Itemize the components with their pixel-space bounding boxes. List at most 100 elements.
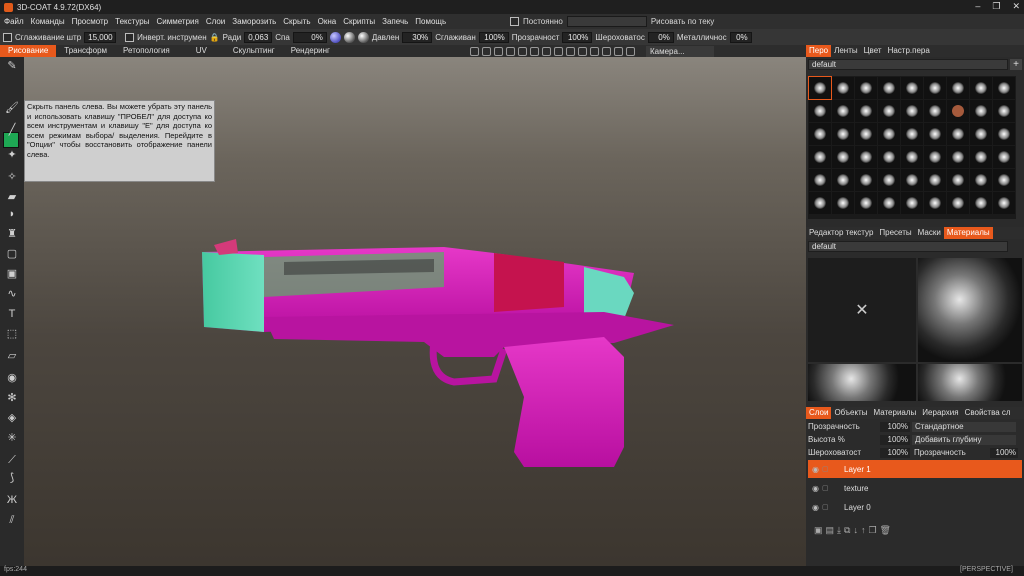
brush-item[interactable] — [924, 123, 946, 145]
menu-bake[interactable]: Запечь — [382, 17, 408, 26]
lock-icon[interactable]: ▢ — [822, 484, 832, 492]
layer-height-input[interactable]: 100% — [880, 434, 910, 445]
minimize-button[interactable]: – — [975, 1, 980, 12]
brush-item[interactable] — [878, 169, 900, 191]
brush-item[interactable] — [832, 100, 854, 122]
brush-item[interactable] — [855, 100, 877, 122]
tab-texture-editor[interactable]: Редактор текстур — [806, 227, 876, 239]
menu-view[interactable]: Просмотр — [72, 17, 109, 26]
brush-item[interactable] — [947, 77, 969, 99]
metal-input[interactable]: 0% — [729, 31, 752, 43]
view-icon[interactable] — [494, 46, 503, 56]
brush-item[interactable] — [855, 123, 877, 145]
eye-icon[interactable]: ◉ — [5, 371, 19, 385]
tab-pen[interactable]: Перо — [806, 45, 832, 57]
height-mode-dropdown[interactable]: Добавить глубину — [912, 434, 1016, 445]
view-icon[interactable] — [530, 46, 539, 56]
brush-item[interactable] — [924, 100, 946, 122]
rough-input[interactable]: 0% — [647, 31, 674, 43]
tab-color[interactable]: Цвет — [861, 45, 885, 57]
tab-objects[interactable]: Объекты — [831, 407, 870, 419]
eraser-icon[interactable]: ▱ — [5, 349, 19, 363]
brush-item[interactable] — [993, 100, 1015, 122]
opacity-input[interactable]: 100% — [562, 31, 593, 43]
pen-icon[interactable]: ✎ — [5, 59, 19, 73]
dropper-icon[interactable]: ⟆ — [5, 471, 19, 485]
shoe-icon[interactable]: ▰ — [5, 190, 19, 204]
wand-icon[interactable]: ✳ — [5, 431, 19, 445]
butterfly-icon[interactable]: Ж — [5, 493, 19, 507]
brush-item[interactable] — [993, 192, 1015, 214]
brush-item[interactable] — [970, 123, 992, 145]
view-icon[interactable] — [470, 46, 479, 56]
stamp-icon[interactable]: ♜ — [5, 227, 19, 241]
brush-item[interactable] — [901, 77, 923, 99]
constant-checkbox[interactable] — [510, 17, 519, 26]
stroke-icon[interactable]: ╱ — [5, 123, 19, 137]
layer-row[interactable]: ◉ ▢ Layer 0 — [808, 498, 1022, 516]
text-icon[interactable]: T — [5, 307, 19, 321]
brush-item[interactable] — [970, 169, 992, 191]
eye-icon[interactable]: ◉ — [812, 465, 822, 474]
brush-item[interactable] — [901, 123, 923, 145]
brush-item[interactable] — [855, 169, 877, 191]
lock-icon[interactable]: ▢ — [822, 465, 832, 473]
layer-row[interactable]: ◉ ▢ Layer 1 — [808, 460, 1022, 478]
brush-item[interactable] — [809, 146, 831, 168]
brush-item[interactable] — [947, 100, 969, 122]
tab-pen-settings[interactable]: Настр.пера — [885, 45, 933, 57]
pressure-input[interactable]: 30% — [402, 31, 433, 43]
tab-materials-list[interactable]: Материалы — [870, 407, 919, 419]
menu-layers[interactable]: Слои — [206, 17, 225, 26]
layer-row[interactable]: ◉ ▢ texture — [808, 479, 1022, 497]
folder-icon[interactable]: ▤ — [826, 525, 835, 536]
view-icon[interactable] — [578, 46, 587, 56]
new-layer-icon[interactable]: ▣ — [814, 525, 823, 536]
line-icon[interactable]: ⟋ — [5, 453, 19, 467]
material-item[interactable] — [918, 364, 1022, 401]
view-icon[interactable] — [542, 46, 551, 56]
brush-item[interactable] — [809, 192, 831, 214]
menu-help[interactable]: Помощь — [415, 17, 446, 26]
brush-item[interactable] — [832, 146, 854, 168]
brush-icon[interactable]: 🖌 — [5, 101, 19, 115]
brush-item[interactable] — [855, 192, 877, 214]
view-icon[interactable] — [626, 46, 635, 56]
radius-input[interactable]: 0,063 — [244, 31, 273, 43]
move-down-icon[interactable]: ↓ — [853, 525, 858, 536]
view-icon[interactable] — [602, 46, 611, 56]
brush-sphere-icon[interactable] — [343, 31, 355, 43]
brush-item[interactable] — [901, 169, 923, 191]
tab-layer-props[interactable]: Свойства сл — [962, 407, 1014, 419]
brush-sphere-icon[interactable] — [357, 31, 369, 43]
select-icon[interactable]: ⬚ — [5, 327, 19, 341]
empty-material-slot[interactable]: ✕ — [808, 258, 916, 362]
delete-icon[interactable]: 🗑 — [880, 525, 891, 536]
view-icon[interactable] — [482, 46, 491, 56]
smear-icon[interactable]: ✧ — [5, 170, 19, 184]
view-icon[interactable] — [518, 46, 527, 56]
tab-retopo[interactable]: Ретопология — [115, 45, 178, 57]
brush-item[interactable] — [832, 77, 854, 99]
brush-item[interactable] — [855, 146, 877, 168]
brush-item[interactable] — [970, 77, 992, 99]
eye-icon[interactable]: ◉ — [812, 484, 822, 493]
brush-item[interactable] — [878, 192, 900, 214]
bucket-icon[interactable]: ◈ — [5, 411, 19, 425]
menu-scripts[interactable]: Скрипты — [343, 17, 375, 26]
brush-item[interactable] — [993, 146, 1015, 168]
view-icon[interactable] — [506, 46, 515, 56]
brush-item[interactable] — [855, 77, 877, 99]
gear-icon[interactable]: ✻ — [5, 391, 19, 405]
tab-uv[interactable]: UV — [178, 45, 225, 57]
smooth-checkbox[interactable] — [3, 32, 12, 42]
brush-item[interactable] — [924, 169, 946, 191]
layer-opacity-input[interactable]: 100% — [880, 421, 910, 432]
tab-transform[interactable]: Трансформ — [56, 45, 115, 57]
brush-item[interactable] — [993, 123, 1015, 145]
tab-presets[interactable]: Пресеты — [876, 227, 914, 239]
camera-dropdown[interactable]: Камера... — [646, 45, 714, 57]
brush-item[interactable] — [970, 146, 992, 168]
view-icon[interactable] — [590, 46, 599, 56]
brush-item[interactable] — [878, 123, 900, 145]
